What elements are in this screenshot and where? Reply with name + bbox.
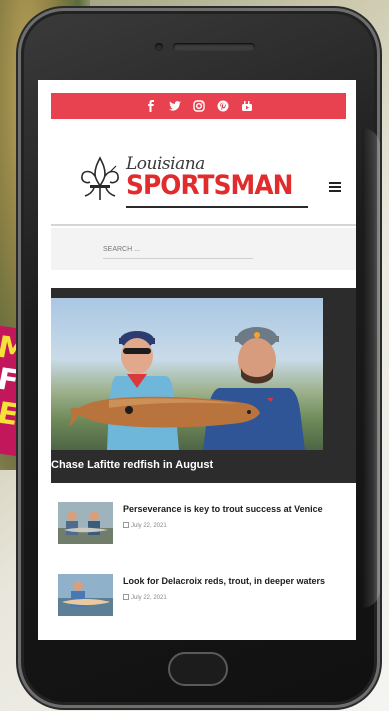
calendar-icon xyxy=(123,522,129,528)
article-date-text: July 22, 2021 xyxy=(131,523,167,529)
twitter-icon[interactable] xyxy=(168,99,182,113)
phone-speaker xyxy=(173,43,255,51)
article-thumbnail[interactable] xyxy=(58,502,113,544)
logo-underline xyxy=(126,206,308,208)
calendar-icon xyxy=(123,594,129,600)
fleur-de-lis-icon xyxy=(81,156,119,200)
front-camera xyxy=(155,43,163,51)
youtube-icon[interactable] xyxy=(240,99,254,113)
article-list-item[interactable]: Look for Delacroix reds, trout, in deepe… xyxy=(58,570,356,618)
featured-article[interactable]: Chase Lafitte redfish in August xyxy=(51,288,356,483)
article-title[interactable]: Look for Delacroix reds, trout, in deepe… xyxy=(123,576,356,586)
banner-text-line-2: F xyxy=(0,361,18,400)
article-date-text: July 22, 2021 xyxy=(131,595,167,601)
article-thumbnail[interactable] xyxy=(58,574,113,616)
header-divider xyxy=(51,224,356,226)
article-list-item[interactable]: Perseverance is key to trout success at … xyxy=(58,498,356,546)
article-date: July 22, 2021 xyxy=(123,522,167,529)
phone-edge-highlight xyxy=(362,128,380,608)
logo-main-text: SPORTSMAN xyxy=(126,170,293,201)
article-date: July 22, 2021 xyxy=(123,594,167,601)
search-underline xyxy=(103,258,253,259)
site-logo[interactable]: Louisiana SPORTSMAN xyxy=(38,150,356,220)
redfish-image xyxy=(69,396,260,428)
instagram-icon[interactable] xyxy=(192,99,206,113)
hamburger-menu-icon[interactable] xyxy=(329,182,341,192)
featured-article-title[interactable]: Chase Lafitte redfish in August xyxy=(51,450,356,483)
home-button[interactable] xyxy=(168,652,228,686)
facebook-icon[interactable] xyxy=(144,99,158,113)
search-bar xyxy=(51,228,356,270)
social-bar xyxy=(51,93,346,119)
search-input[interactable] xyxy=(103,240,303,258)
pinterest-icon[interactable] xyxy=(216,99,230,113)
phone-screen: Louisiana SPORTSMAN SEARCH ... Chase Laf… xyxy=(38,80,356,640)
featured-article-photo[interactable] xyxy=(51,298,323,450)
article-title[interactable]: Perseverance is key to trout success at … xyxy=(123,504,356,514)
